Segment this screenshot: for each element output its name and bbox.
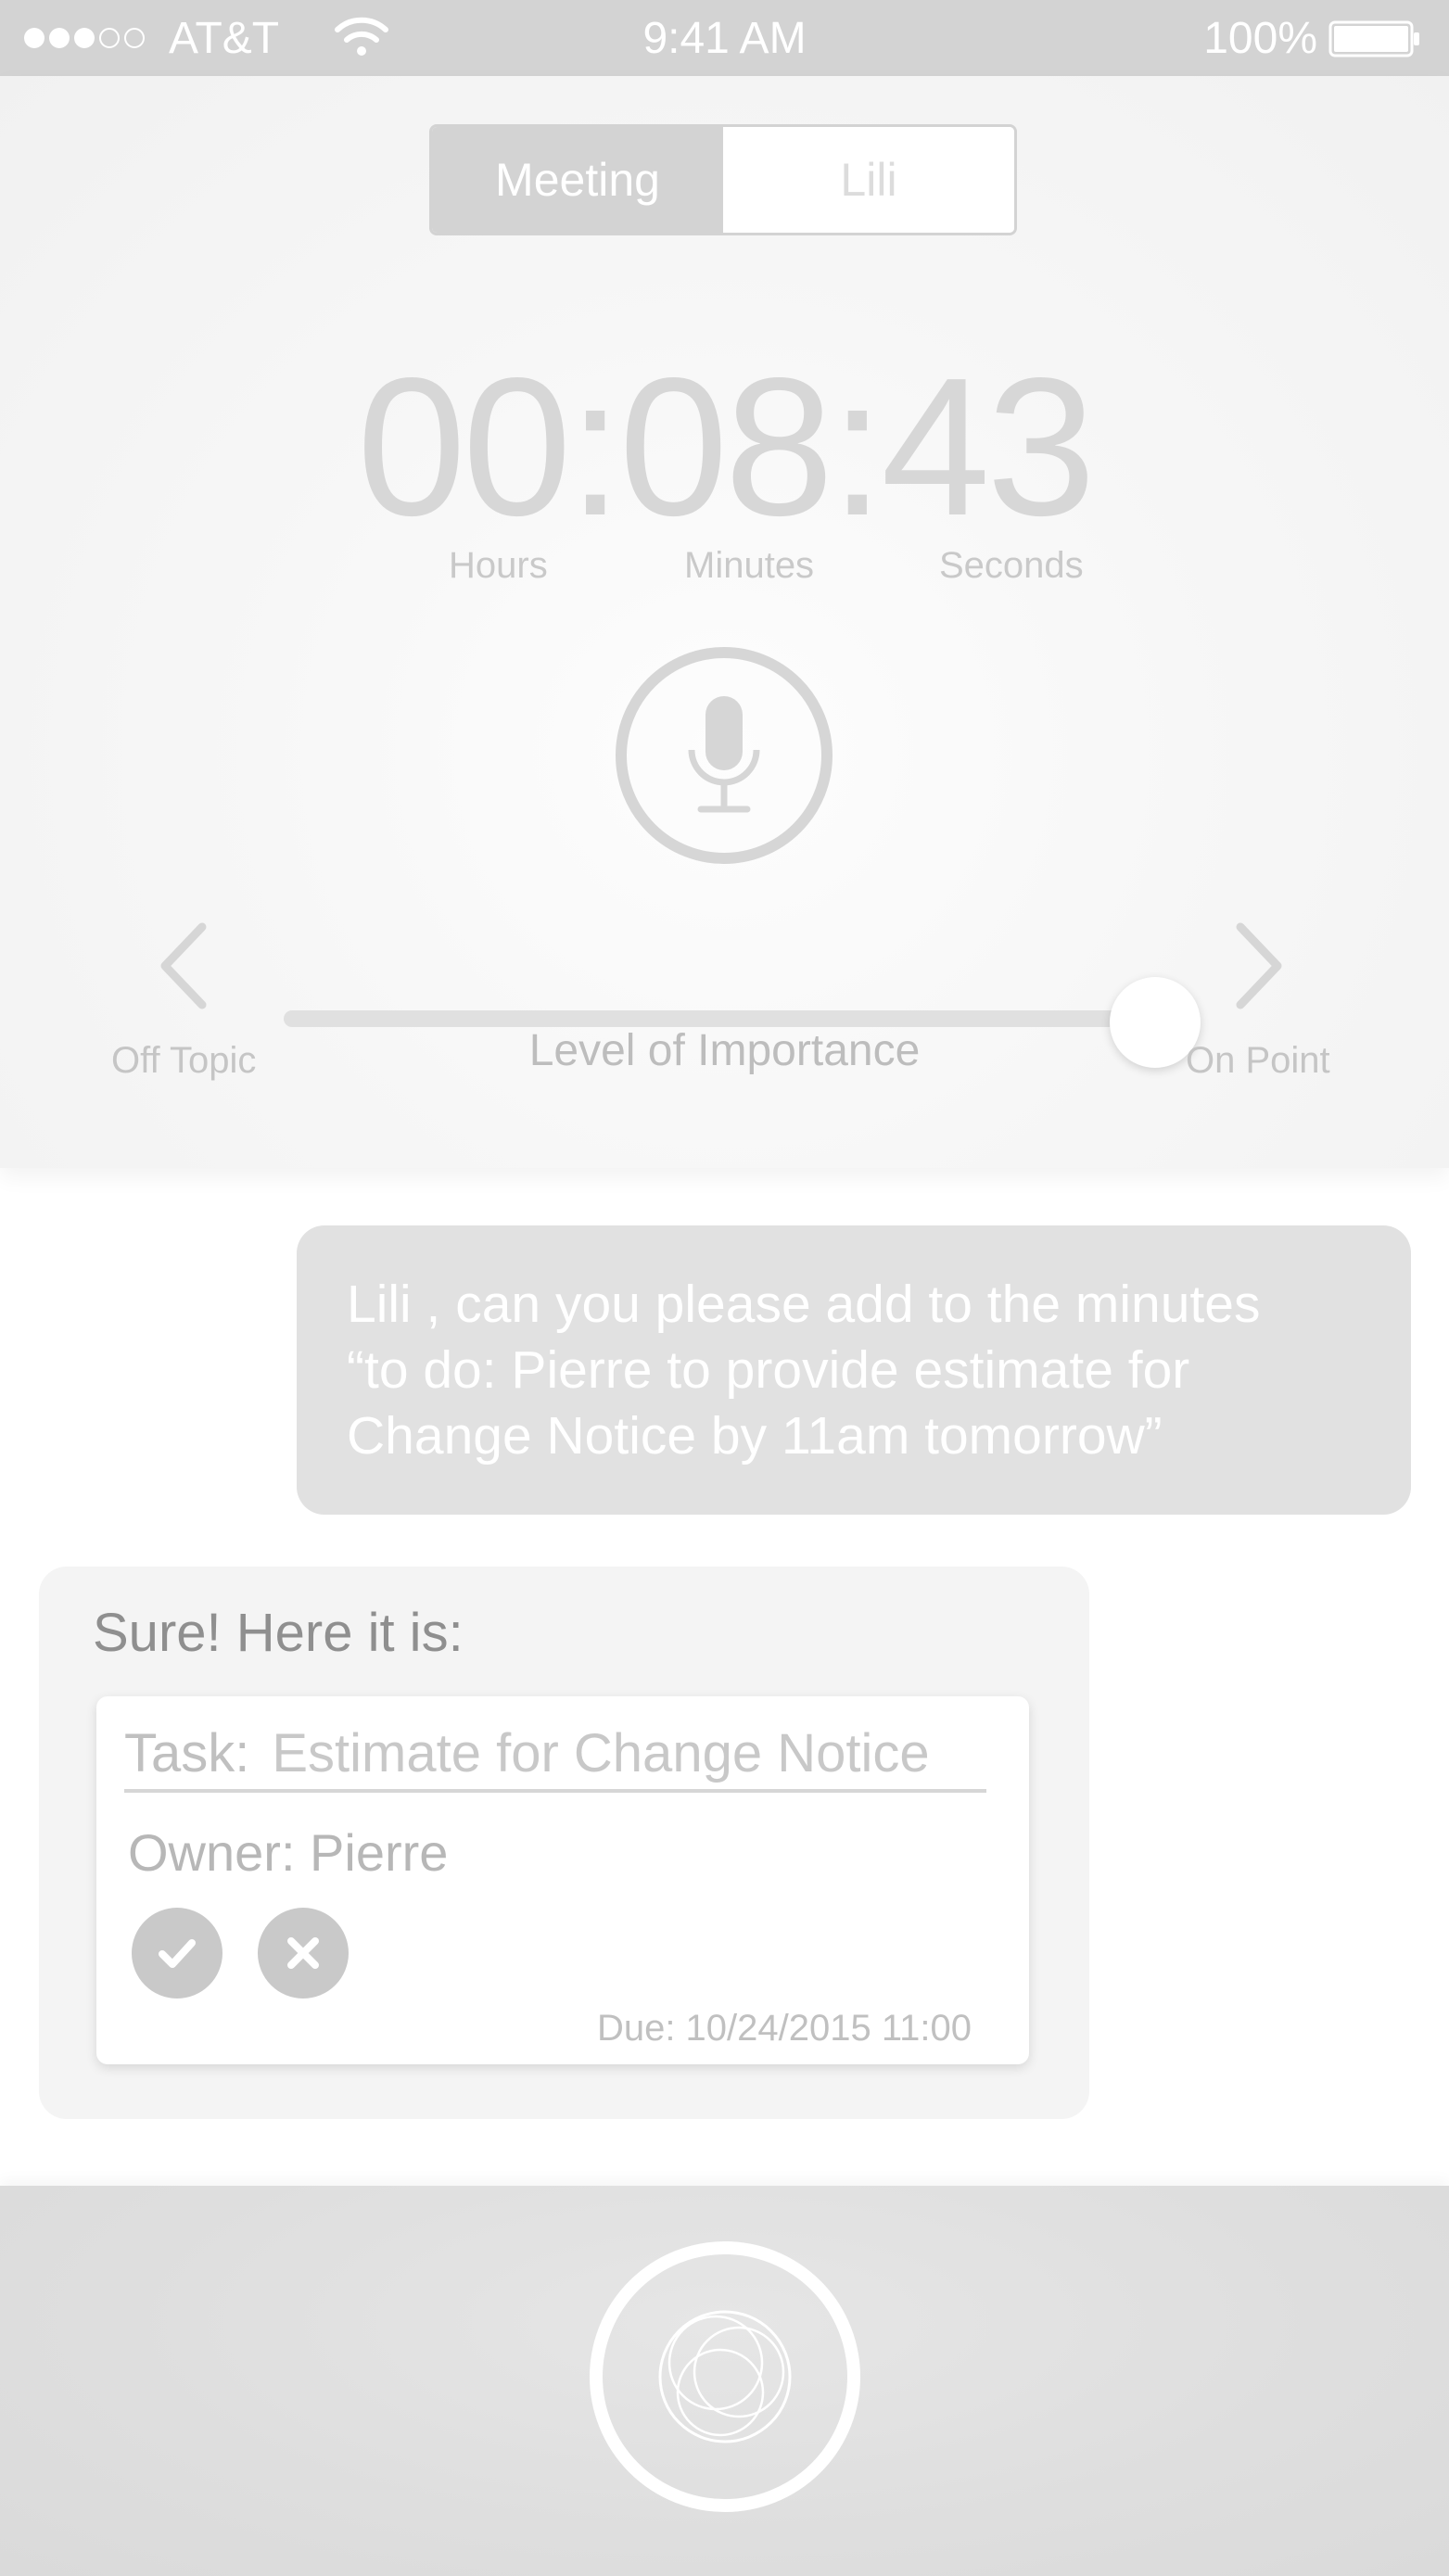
task-value: Estimate for Change Notice — [272, 1723, 930, 1783]
accept-task-button[interactable] — [132, 1908, 222, 1999]
task-card: Task: Estimate for Change Notice Owner: P… — [96, 1696, 1029, 2064]
task-due-date: Due: 10/24/2015 11:00 — [596, 2008, 972, 2049]
microphone-button[interactable] — [616, 647, 833, 864]
user-message-line: “to do: Pierre to provide estimate for — [347, 1340, 1190, 1400]
assistant-message-bubble: Sure! Here it is: Task: Estimate for Chan… — [39, 1567, 1089, 2119]
assistant-button[interactable] — [590, 2241, 860, 2512]
timer-minutes-label: Minutes — [684, 545, 815, 586]
user-message-bubble: Lili , can you please add to the minutes… — [297, 1225, 1411, 1515]
on-point-label: On Point — [1186, 1040, 1330, 1081]
task-label: Task: — [124, 1723, 250, 1783]
assistant-intro-text: Sure! Here it is: — [93, 1603, 464, 1663]
checkmark-icon — [159, 1939, 196, 1968]
reject-task-button[interactable] — [258, 1908, 349, 1999]
tab-lili[interactable]: Lili — [723, 127, 1014, 233]
bottom-bar — [0, 2186, 1449, 2576]
status-bar: AT&T 9:41 AM 100% — [0, 0, 1449, 76]
close-icon — [287, 1937, 319, 1969]
task-owner: Owner: Pierre — [128, 1823, 449, 1882]
assistant-rings-icon — [658, 2310, 792, 2443]
timer-hours-label: Hours — [449, 545, 548, 586]
battery-icon — [1328, 20, 1419, 57]
user-message-line: Lili , can you please add to the minutes — [347, 1275, 1261, 1334]
meeting-panel: Meeting Lili 00:08:43 Hours Minutes Seco… — [0, 76, 1449, 1168]
user-message-line: Change Notice by 11am tomorrow” — [347, 1406, 1163, 1466]
timer-seconds-label: Seconds — [939, 545, 1084, 586]
microphone-icon — [688, 696, 760, 813]
chevron-left-icon[interactable] — [156, 910, 211, 1022]
tab-meeting[interactable]: Meeting — [432, 127, 723, 233]
task-field[interactable]: Task: Estimate for Change Notice — [124, 1722, 986, 1793]
meeting-timer: 00:08:43 — [356, 336, 1096, 556]
chevron-right-icon[interactable] — [1231, 910, 1287, 1022]
mode-segmented-control: Meeting Lili — [429, 124, 1017, 235]
battery-percentage: 100% — [1203, 14, 1317, 63]
